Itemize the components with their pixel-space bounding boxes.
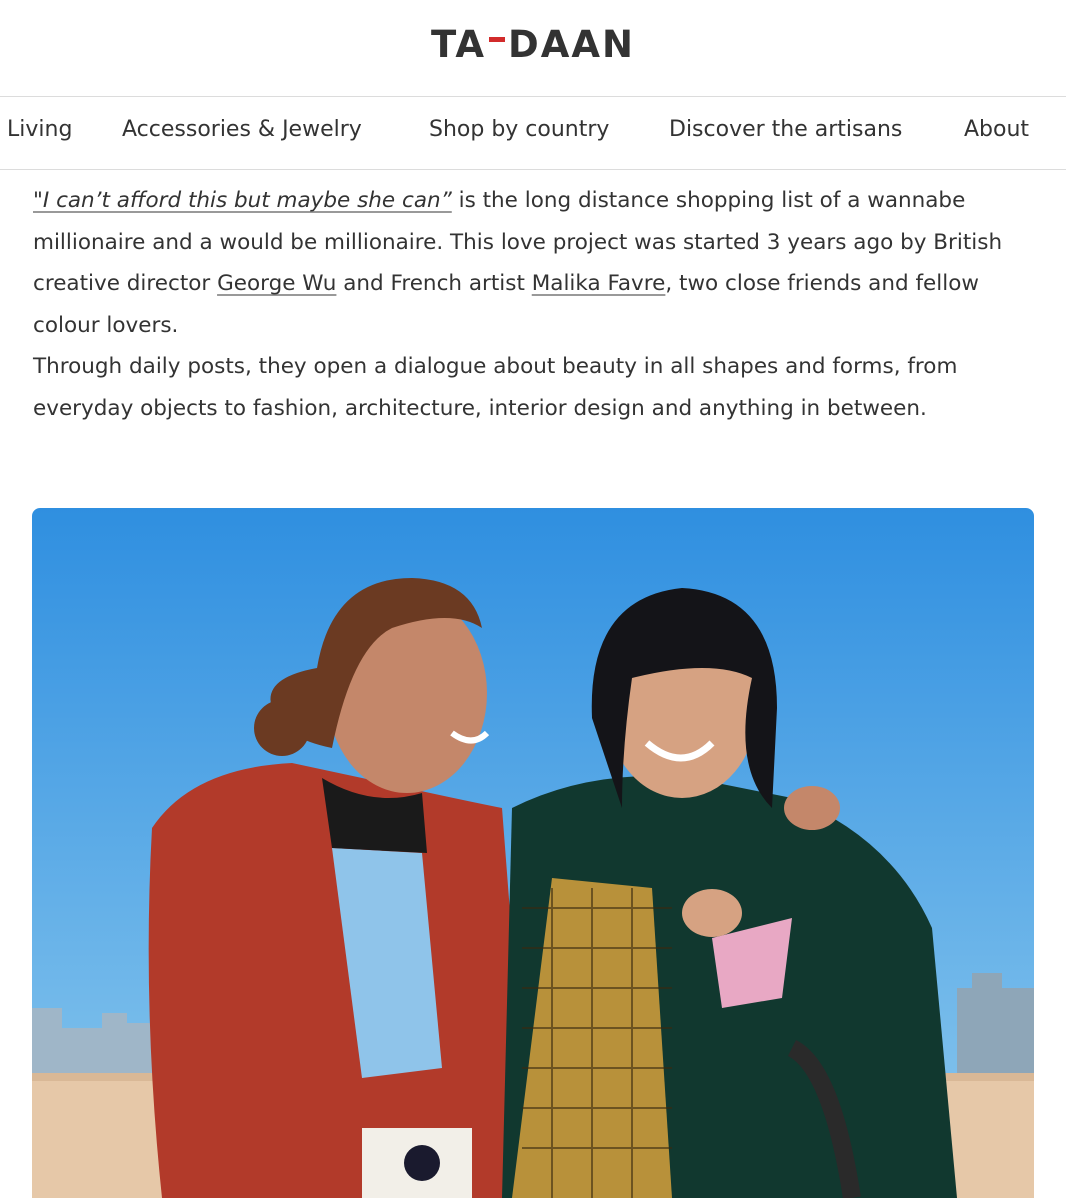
founders-photo [32, 508, 1034, 1198]
intro-paragraph: "I can’t afford this but maybe she can” … [33, 180, 1033, 346]
nav-item-discover-artisans[interactable]: Discover the artisans [669, 117, 902, 142]
main-nav: Living Accessories & Jewelry Shop by cou… [0, 97, 1066, 170]
nav-item-living[interactable]: Living [7, 117, 72, 142]
second-paragraph: Through daily posts, they open a dialogu… [33, 354, 958, 421]
site-header: TA DAAN [0, 0, 1066, 97]
article-body: "I can’t afford this but maybe she can” … [33, 180, 1033, 430]
logo-text-right: DAAN [508, 22, 635, 66]
intro-text-2: and French artist [336, 271, 532, 297]
quote-link[interactable]: "I can’t afford this but maybe she can” [33, 188, 452, 213]
city-skyline-right [957, 973, 1034, 1078]
nav-item-about[interactable]: About [964, 117, 1029, 142]
logo-text-left: TA [431, 22, 487, 66]
person-link-george-wu[interactable]: George Wu [217, 271, 336, 296]
nav-item-shop-by-country[interactable]: Shop by country [429, 117, 609, 142]
site-logo[interactable]: TA DAAN [431, 23, 635, 66]
nav-item-accessories-jewelry[interactable]: Accessories & Jewelry [122, 117, 362, 142]
founders-photo-illustration [32, 508, 1034, 1198]
person-link-malika-favre[interactable]: Malika Favre [532, 271, 666, 296]
logo-dash [489, 36, 506, 42]
